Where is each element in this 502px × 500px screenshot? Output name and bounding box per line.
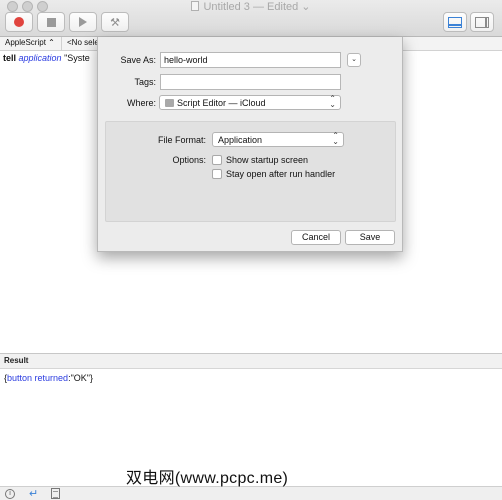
record-button[interactable]: [5, 12, 33, 32]
stay-open-checkbox[interactable]: [212, 169, 222, 179]
window-title-text: Untitled 3: [203, 1, 250, 13]
show-startup-screen-checkbox[interactable]: [212, 155, 222, 165]
folder-icon: [165, 99, 174, 107]
watermark: 双电网(www.pcpc.me): [126, 470, 289, 487]
window-toolbar: Untitled 3 — Edited ⌄ ⚒: [0, 0, 502, 37]
tags-field[interactable]: [160, 74, 341, 90]
side-pane-icon: [475, 16, 489, 28]
options-label: Options:: [172, 155, 206, 165]
play-icon: [79, 17, 87, 27]
nav-divider: [61, 37, 62, 51]
stop-button[interactable]: [37, 12, 65, 32]
show-library-button[interactable]: [470, 12, 494, 32]
where-popup[interactable]: Script Editor — iCloud ⌃ ⌄: [159, 95, 341, 110]
save-as-field[interactable]: [160, 52, 341, 68]
bottom-bar: i ↵: [0, 486, 502, 500]
bottom-pane-icon: [448, 16, 462, 28]
element-selector[interactable]: <No sele: [67, 38, 99, 47]
edited-status[interactable]: — Edited ⌄: [253, 1, 311, 13]
hammer-icon: ⚒: [110, 16, 120, 29]
result-header: Result: [0, 353, 502, 369]
code-line: tell application "Syste: [3, 53, 90, 63]
record-icon: [14, 17, 24, 27]
show-startup-screen-label: Show startup screen: [226, 155, 309, 165]
save-dialog: Save As: ⌄ Tags: Where: Script Editor — …: [97, 37, 403, 252]
stop-icon: [46, 17, 56, 27]
file-format-label: File Format:: [157, 135, 206, 145]
messages-icon[interactable]: [51, 488, 60, 499]
result-text: {button returned:"OK"}: [4, 373, 93, 383]
popup-arrows-icon: ⌃ ⌄: [329, 94, 336, 109]
info-icon[interactable]: i: [5, 489, 15, 499]
document-icon: [191, 1, 200, 11]
return-icon[interactable]: ↵: [29, 487, 38, 500]
string-fragment: "Syste: [64, 53, 90, 63]
file-format-popup[interactable]: Application ⌃ ⌄: [212, 132, 344, 147]
compile-button[interactable]: ⚒: [101, 12, 129, 32]
tags-label: Tags:: [134, 77, 156, 87]
run-button[interactable]: [69, 12, 97, 32]
file-format-value: Application: [218, 135, 263, 145]
options-panel: File Format: Application ⌃ ⌄ Options: Sho…: [105, 121, 396, 222]
keyword-tell: tell: [3, 53, 17, 63]
cancel-button[interactable]: Cancel: [291, 230, 341, 245]
language-selector[interactable]: AppleScript ⌃: [5, 38, 55, 47]
result-value: :"OK"}: [68, 373, 93, 383]
popup-arrows-icon: ⌃ ⌄: [332, 131, 339, 146]
result-title: Result: [4, 356, 29, 365]
show-log-button[interactable]: [443, 12, 467, 32]
stay-open-label: Stay open after run handler: [226, 169, 336, 179]
result-key: button returned: [7, 373, 69, 383]
keyword-application: application: [18, 53, 62, 63]
save-as-label: Save As:: [120, 55, 156, 65]
where-value: Script Editor — iCloud: [177, 98, 266, 108]
save-button[interactable]: Save: [345, 230, 395, 245]
expand-dialog-button[interactable]: ⌄: [347, 53, 361, 67]
where-label: Where:: [126, 98, 156, 108]
